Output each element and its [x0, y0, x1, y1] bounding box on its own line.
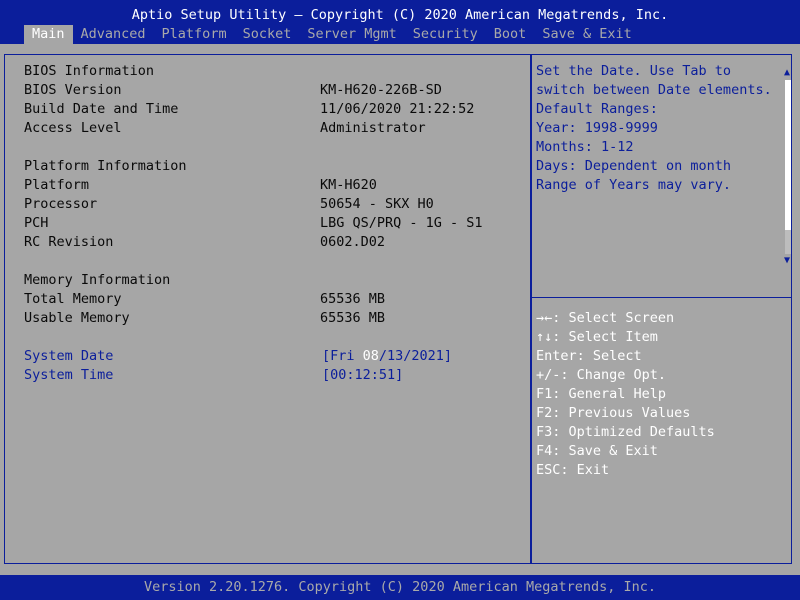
system-date-label[interactable]: System Date [24, 347, 113, 366]
title-bar: Aptio Setup Utility – Copyright (C) 2020… [0, 0, 800, 44]
scroll-up-arrow-icon[interactable]: ▲ [783, 68, 791, 78]
system-date-suffix: /13/2021] [378, 348, 453, 364]
build-date-label: Build Date and Time [24, 101, 179, 117]
pch-value: LBG QS/PRQ - 1G - S1 [320, 215, 483, 231]
system-time-field[interactable]: [00:12:51] [322, 366, 403, 385]
tab-save-exit[interactable]: Save & Exit [534, 25, 639, 44]
key-legend-item: F2: Previous Values [536, 405, 691, 421]
total-memory-label: Total Memory [24, 291, 122, 307]
help-divider-horizontal [532, 297, 792, 298]
help-text-line: Default Ranges: [536, 101, 658, 117]
rc-revision-label: RC Revision [24, 234, 114, 250]
memory-info-heading: Memory Information [24, 272, 171, 288]
footer-version-text: Version 2.20.1276. Copyright (C) 2020 Am… [143, 579, 657, 595]
key-legend-item: ↑↓: Select Item [536, 329, 658, 345]
app-title: Aptio Setup Utility – Copyright (C) 2020… [131, 7, 669, 23]
pch-label: PCH [24, 215, 49, 231]
tab-boot[interactable]: Boot [486, 25, 535, 44]
footer-bar: Version 2.20.1276. Copyright (C) 2020 Am… [0, 575, 800, 600]
tab-socket[interactable]: Socket [235, 25, 300, 44]
help-text-line: Range of Years may vary. [536, 177, 732, 193]
build-date-value: 11/06/2020 21:22:52 [320, 101, 475, 117]
scrollbar-thumb[interactable] [785, 80, 791, 230]
help-text-line: Set the Date. Use Tab to [536, 63, 732, 79]
bios-version-label: BIOS Version [24, 82, 122, 98]
scroll-down-arrow-icon[interactable]: ▼ [783, 256, 791, 266]
processor-value: 50654 - SKX H0 [320, 196, 434, 212]
bios-info-heading: BIOS Information [24, 63, 155, 79]
tab-security[interactable]: Security [405, 25, 486, 44]
tab-server-mgmt[interactable]: Server Mgmt [299, 25, 404, 44]
platform-info-heading: Platform Information [24, 158, 187, 174]
tab-advanced[interactable]: Advanced [73, 25, 154, 44]
key-legend-item: Enter: Select [536, 348, 642, 364]
usable-memory-label: Usable Memory [24, 310, 130, 326]
key-legend-item: +/-: Change Opt. [536, 367, 667, 383]
system-date-prefix: [Fri [322, 348, 363, 364]
bios-version-value: KM-H620-226B-SD [320, 82, 442, 98]
menu-tabs: Main Advanced Platform Socket Server Mgm… [24, 25, 640, 44]
usable-memory-value: 65536 MB [320, 310, 386, 326]
tab-platform[interactable]: Platform [154, 25, 235, 44]
access-level-value: Administrator [320, 120, 426, 136]
rc-revision-value: 0602.D02 [320, 234, 386, 250]
help-text-line: Days: Dependent on month [536, 158, 732, 174]
system-time-label[interactable]: System Time [24, 366, 113, 385]
key-legend-item: F4: Save & Exit [536, 443, 658, 459]
access-level-label: Access Level [24, 120, 122, 136]
help-text-line: Year: 1998-9999 [536, 120, 658, 136]
system-date-month-selected[interactable]: 08 [363, 348, 379, 364]
key-legend-item: ESC: Exit [536, 462, 610, 478]
platform-label: Platform [24, 177, 90, 193]
help-text-line: switch between Date elements. [536, 82, 772, 98]
total-memory-value: 65536 MB [320, 291, 386, 307]
processor-label: Processor [24, 196, 98, 212]
key-legend-item: F1: General Help [536, 386, 667, 402]
panel-divider-vertical [530, 54, 532, 564]
key-legend-item: F3: Optimized Defaults [536, 424, 715, 440]
platform-value: KM-H620 [320, 177, 377, 193]
key-legend-item: →←: Select Screen [536, 310, 675, 326]
system-date-field[interactable]: [Fri 08/13/2021] [322, 347, 452, 366]
help-text-line: Months: 1-12 [536, 139, 634, 155]
tab-main[interactable]: Main [24, 25, 73, 44]
